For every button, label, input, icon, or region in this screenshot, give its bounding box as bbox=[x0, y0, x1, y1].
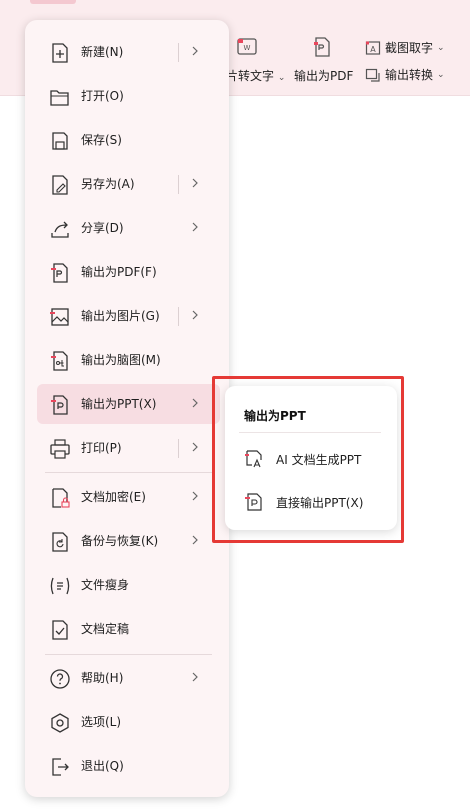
lock-document-icon bbox=[49, 487, 71, 509]
screenshot-ocr-label: 截图取字 bbox=[385, 41, 434, 55]
menu-item-export-image[interactable]: 输出为图片(G) bbox=[37, 296, 220, 336]
menu-item-label: 新建(N) bbox=[81, 45, 124, 59]
new-file-icon bbox=[49, 42, 71, 64]
save-as-icon bbox=[49, 174, 71, 196]
export-pdf-label: 输出为PDF bbox=[294, 69, 354, 83]
share-icon bbox=[49, 218, 71, 240]
finalize-document-icon bbox=[49, 619, 71, 641]
menu-item-print[interactable]: 打印(P) bbox=[37, 428, 220, 468]
divider bbox=[178, 307, 179, 326]
ai-ppt-icon bbox=[244, 449, 264, 469]
submenu-item-label: AI 文档生成PPT bbox=[276, 453, 362, 467]
menu-item-help[interactable]: 帮助(H) bbox=[37, 658, 220, 698]
divider bbox=[178, 175, 179, 194]
chevron-right-icon bbox=[188, 489, 202, 503]
menu-item-label: 输出为PPT(X) bbox=[81, 397, 157, 411]
folder-icon bbox=[49, 86, 71, 108]
printer-icon bbox=[49, 438, 71, 460]
menu-item-label: 文件瘦身 bbox=[81, 578, 130, 592]
chevron-down-icon: ⌄ bbox=[437, 69, 445, 80]
submenu-divider bbox=[239, 432, 381, 433]
pdf-icon bbox=[311, 36, 333, 58]
menu-item-exit[interactable]: 退出(Q) bbox=[37, 746, 220, 786]
menu-item-label: 备份与恢复(K) bbox=[81, 534, 159, 548]
chevron-down-icon: ⌄ bbox=[277, 73, 286, 83]
mindmap-icon bbox=[49, 350, 71, 372]
image-text-icon: W bbox=[236, 36, 258, 58]
active-tab-indicator bbox=[30, 0, 76, 4]
backup-icon bbox=[49, 531, 71, 553]
image-icon bbox=[49, 306, 71, 328]
chevron-right-icon bbox=[188, 670, 202, 684]
save-icon bbox=[49, 130, 71, 152]
chevron-down-icon: ⌄ bbox=[437, 42, 445, 53]
menu-item-share[interactable]: 分享(D) bbox=[37, 208, 220, 248]
export-ppt-submenu: 输出为PPT AI 文档生成PPT 直接输出PPT(X) bbox=[225, 386, 397, 530]
chevron-right-icon bbox=[188, 396, 202, 410]
export-convert-label: 输出转换 bbox=[385, 68, 434, 82]
chevron-right-icon bbox=[188, 176, 202, 190]
menu-item-label: 打开(O) bbox=[81, 89, 124, 103]
menu-item-export-pdf[interactable]: 输出为PDF(F) bbox=[37, 252, 220, 292]
menu-item-new[interactable]: 新建(N) bbox=[37, 32, 220, 72]
export-convert-button[interactable]: 输出转换 ⌄ bbox=[365, 66, 445, 83]
chevron-right-icon bbox=[188, 440, 202, 454]
chevron-right-icon bbox=[188, 220, 202, 234]
menu-item-save-as[interactable]: 另存为(A) bbox=[37, 164, 220, 204]
menu-item-label: 保存(S) bbox=[81, 133, 122, 147]
chevron-right-icon bbox=[188, 308, 202, 322]
pdf-icon bbox=[49, 262, 71, 284]
menu-item-slim-file[interactable]: 文件瘦身 bbox=[37, 565, 220, 605]
chevron-right-icon bbox=[188, 44, 202, 58]
svg-text:A: A bbox=[370, 45, 376, 54]
divider bbox=[178, 439, 179, 458]
convert-icon bbox=[365, 67, 381, 83]
menu-divider bbox=[45, 654, 212, 655]
divider bbox=[178, 43, 179, 62]
menu-divider bbox=[45, 472, 212, 473]
submenu-item-direct-export-ppt[interactable]: 直接输出PPT(X) bbox=[231, 482, 391, 522]
menu-item-encrypt[interactable]: 文档加密(E) bbox=[37, 477, 220, 517]
menu-item-open[interactable]: 打开(O) bbox=[37, 76, 220, 116]
submenu-item-label: 直接输出PPT(X) bbox=[276, 496, 364, 510]
menu-item-backup-restore[interactable]: 备份与恢复(K) bbox=[37, 521, 220, 561]
compress-icon bbox=[49, 575, 71, 597]
ppt-icon bbox=[49, 394, 71, 416]
menu-item-label: 输出为脑图(M) bbox=[81, 353, 161, 367]
menu-item-label: 帮助(H) bbox=[81, 671, 124, 685]
menu-item-label: 文档加密(E) bbox=[81, 490, 146, 504]
chevron-right-icon bbox=[188, 533, 202, 547]
menu-item-label: 选项(L) bbox=[81, 715, 122, 729]
menu-item-export-ppt[interactable]: 输出为PPT(X) bbox=[37, 384, 220, 424]
settings-icon bbox=[49, 712, 71, 734]
menu-item-label: 文档定稿 bbox=[81, 622, 130, 636]
submenu-title: 输出为PPT bbox=[244, 409, 306, 423]
help-icon bbox=[49, 668, 71, 690]
menu-item-save[interactable]: 保存(S) bbox=[37, 120, 220, 160]
exit-icon bbox=[49, 756, 71, 778]
ppt-icon bbox=[244, 492, 264, 512]
menu-item-label: 退出(Q) bbox=[81, 759, 124, 773]
image-to-text-label: 片转文字 bbox=[226, 69, 275, 83]
menu-item-label: 另存为(A) bbox=[81, 177, 135, 191]
menu-item-label: 分享(D) bbox=[81, 221, 124, 235]
menu-item-export-mindmap[interactable]: 输出为脑图(M) bbox=[37, 340, 220, 380]
menu-item-label: 输出为图片(G) bbox=[81, 309, 160, 323]
screenshot-ocr-button[interactable]: A 截图取字 ⌄ bbox=[365, 39, 445, 56]
svg-text:W: W bbox=[244, 44, 251, 52]
file-menu: 新建(N) 打开(O) 保存(S) 另存为(A) 分享(D) 输出为PDF(F)… bbox=[25, 20, 229, 797]
screenshot-icon: A bbox=[365, 40, 381, 56]
submenu-item-ai-generate-ppt[interactable]: AI 文档生成PPT bbox=[231, 439, 391, 479]
menu-item-label: 打印(P) bbox=[81, 441, 122, 455]
menu-item-label: 输出为PDF(F) bbox=[81, 265, 157, 279]
menu-item-options[interactable]: 选项(L) bbox=[37, 702, 220, 742]
menu-item-finalize[interactable]: 文档定稿 bbox=[37, 609, 220, 649]
